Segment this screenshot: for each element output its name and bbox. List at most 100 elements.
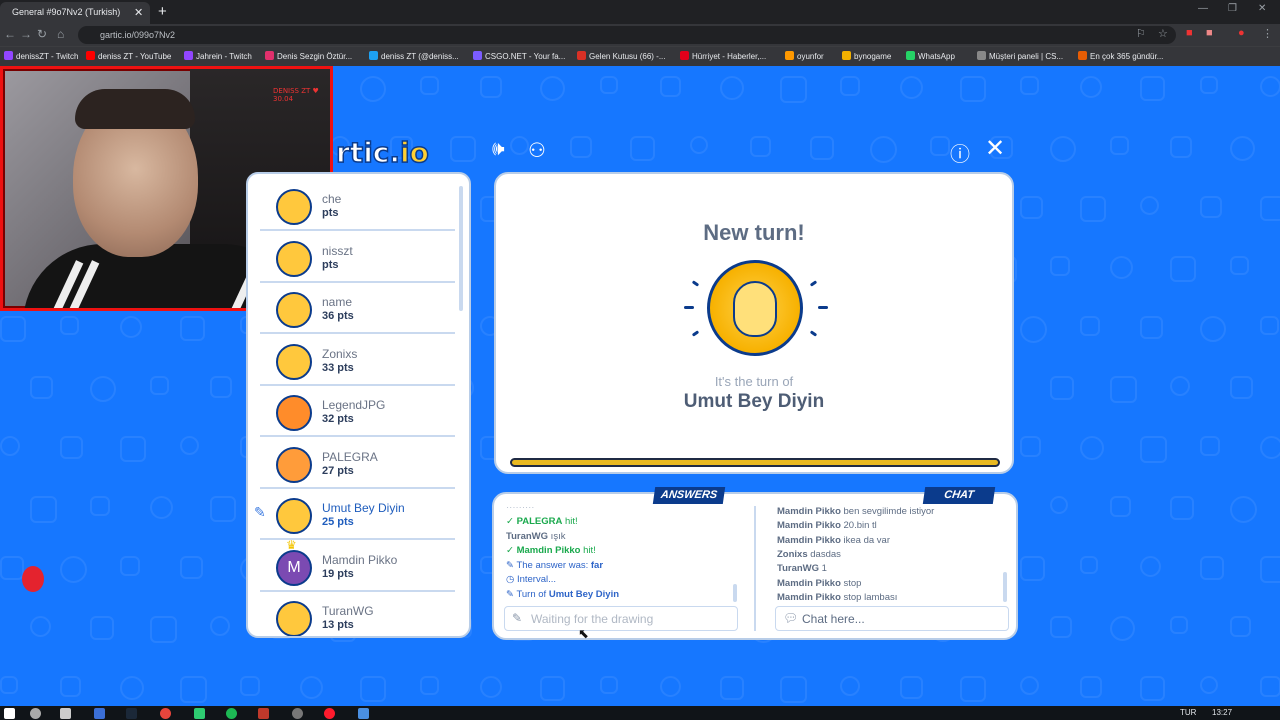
sparkle-icon xyxy=(691,330,700,337)
bookmark-item[interactable]: deniss ZT (@deniss... xyxy=(369,51,459,61)
task-view-icon[interactable] xyxy=(60,708,71,719)
answers-scrollbar[interactable] xyxy=(733,584,737,602)
chat-line: Mamdin Pikko stop lambası xyxy=(777,592,897,603)
steam-icon-2[interactable] xyxy=(358,708,369,719)
background-doodle xyxy=(540,76,565,101)
player-points: 36 pts xyxy=(322,310,354,322)
sparkle-icon xyxy=(684,306,694,309)
translate-icon[interactable]: ⚐ xyxy=(1136,27,1146,40)
answer-line: ✓ PALEGRA hit! xyxy=(506,516,578,527)
opera-icon[interactable] xyxy=(324,708,335,719)
player-row[interactable]: Zonixs 33 pts xyxy=(260,335,455,386)
spotify-icon[interactable] xyxy=(226,708,237,719)
chat-line: TuranWG 1 xyxy=(777,563,827,574)
bookmark-item[interactable]: oyunfor xyxy=(785,51,824,61)
background-doodle xyxy=(1200,436,1220,456)
browser-tab[interactable]: General #9o7Nv2 (Turkish) ✕ xyxy=(0,2,150,24)
background-doodle xyxy=(1050,136,1076,162)
app-icon-3[interactable] xyxy=(258,708,269,719)
bookmark-item[interactable]: Müşteri paneli | CS... xyxy=(977,51,1063,61)
answer-input[interactable]: ✎ Waiting for the drawing xyxy=(504,606,738,631)
bookmark-item[interactable]: deniss ZT - YouTube xyxy=(86,51,171,61)
url-field[interactable]: gartic.io/099o7Nv2 xyxy=(78,26,1176,44)
chat-scrollbar[interactable] xyxy=(1003,572,1007,602)
background-doodle xyxy=(1260,76,1280,97)
bookmark-label: En çok 365 gündür... xyxy=(1090,52,1164,61)
chat-message: 1 xyxy=(819,563,827,575)
background-doodle xyxy=(1080,556,1098,574)
background-doodle xyxy=(1230,496,1257,523)
player-row[interactable]: nisszt pts xyxy=(260,232,455,283)
webcam-hair xyxy=(75,89,195,129)
bookmark-item[interactable]: bynogame xyxy=(842,51,891,61)
app-icon-2[interactable] xyxy=(194,708,205,719)
steam-icon[interactable] xyxy=(126,708,137,719)
chrome-icon[interactable] xyxy=(160,708,171,719)
clock[interactable]: 13:27 xyxy=(1212,708,1232,717)
minimize-icon[interactable]: — xyxy=(1198,3,1208,14)
background-doodle xyxy=(60,556,87,583)
background-doodle xyxy=(480,676,502,698)
background-doodle xyxy=(450,136,476,162)
bookmark-item[interactable]: CSGO.NET - Your fa... xyxy=(473,51,565,61)
profile-icon[interactable]: ● xyxy=(1238,27,1245,39)
chat-line: Mamdin Pikko ikea da var xyxy=(777,535,890,546)
windows-start-icon[interactable] xyxy=(4,708,15,719)
chat-input[interactable]: 💬︎ Chat here... xyxy=(775,606,1009,631)
background-doodle xyxy=(1110,616,1135,641)
app-icon[interactable] xyxy=(94,708,105,719)
bookmark-item[interactable]: Hürriyet - Haberler,... xyxy=(680,51,766,61)
player-list-scrollbar[interactable] xyxy=(459,186,463,311)
answer-prefix: Turn of xyxy=(516,589,549,600)
background-doodle xyxy=(1110,496,1131,517)
answers-label: ANSWERS xyxy=(652,487,726,504)
background-doodle xyxy=(150,376,169,395)
forward-icon[interactable]: → xyxy=(20,27,32,41)
background-doodle xyxy=(120,436,146,462)
background-doodle xyxy=(90,616,114,640)
player-row[interactable]: LegendJPG 32 pts xyxy=(260,386,455,437)
player-initial: M xyxy=(287,558,301,576)
player-row[interactable]: ♛ M Mamdin Pikko 19 pts xyxy=(260,538,455,592)
extension-icon[interactable]: ■ xyxy=(1186,27,1193,39)
player-row[interactable]: Umut Bey Diyin 25 pts ✎ xyxy=(254,489,455,540)
bookmark-item[interactable]: denissZT - Twitch xyxy=(4,51,78,61)
player-row[interactable]: che pts xyxy=(260,180,455,231)
search-icon[interactable] xyxy=(30,708,41,719)
extension-icon-2[interactable]: ■ xyxy=(1206,27,1213,39)
bookmark-star-icon[interactable]: ☆ xyxy=(1158,27,1168,40)
close-game-icon[interactable]: ✕ xyxy=(985,134,1005,163)
home-icon[interactable]: ⌂ xyxy=(57,27,64,41)
language-indicator[interactable]: TUR xyxy=(1180,708,1196,717)
tab-close-icon[interactable]: ✕ xyxy=(134,6,143,19)
background-doodle xyxy=(0,316,26,342)
background-doodle xyxy=(60,316,79,335)
new-tab-button[interactable]: + xyxy=(158,3,167,20)
maximize-icon[interactable]: ❐ xyxy=(1228,3,1237,14)
close-window-icon[interactable]: ✕ xyxy=(1258,3,1266,14)
player-row[interactable]: PALEGRA 27 pts xyxy=(260,438,455,489)
player-row[interactable]: TuranWG 13 pts xyxy=(260,592,455,636)
bookmark-item[interactable]: Gelen Kutusu (66) -... xyxy=(577,51,665,61)
background-doodle xyxy=(1110,376,1137,403)
balloon-icon xyxy=(22,566,44,592)
info-icon[interactable]: ⓘ xyxy=(950,138,970,167)
reload-icon[interactable]: ↻ xyxy=(37,27,47,41)
player-name: nisszt xyxy=(322,243,353,258)
answers-faded-line: ········· xyxy=(506,502,535,513)
bookmark-item[interactable]: Jahrein - Twitch xyxy=(184,51,252,61)
background-doodle xyxy=(1170,376,1190,396)
player-row[interactable]: name 36 pts xyxy=(260,283,455,334)
bookmark-label: Müşteri paneli | CS... xyxy=(989,52,1064,61)
player-name: TuranWG xyxy=(322,604,374,618)
sound-icon[interactable]: 🕪 xyxy=(492,138,505,161)
menu-icon[interactable]: ⋮ xyxy=(1262,27,1273,40)
player-points: 19 pts xyxy=(322,567,354,580)
bookmark-item[interactable]: Denis Sezgin Öztür... xyxy=(265,51,352,61)
background-doodle xyxy=(1170,256,1196,282)
obs-icon[interactable] xyxy=(292,708,303,719)
bookmark-item[interactable]: En çok 365 gündür... xyxy=(1078,51,1163,61)
share-icon[interactable]: ⚇ xyxy=(528,138,546,163)
bookmark-item[interactable]: WhatsApp xyxy=(906,51,955,61)
back-icon[interactable]: ← xyxy=(4,27,16,41)
